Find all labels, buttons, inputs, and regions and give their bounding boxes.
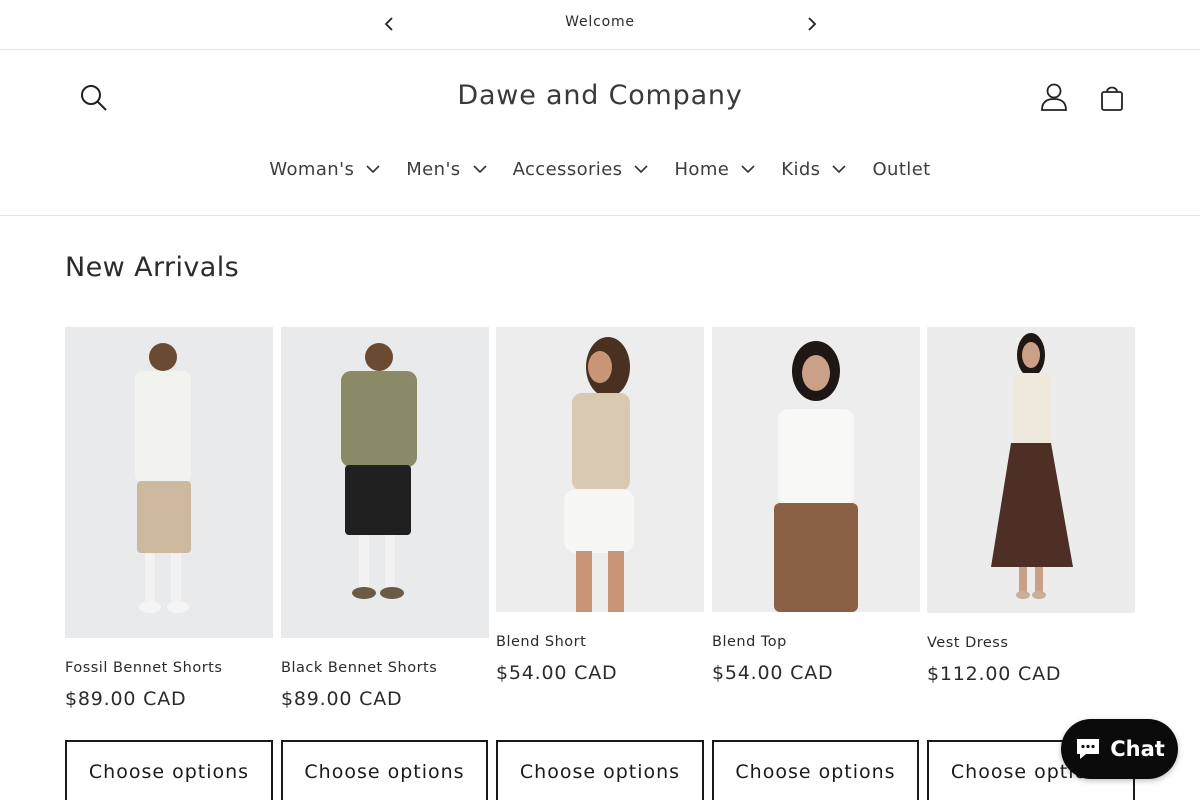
product-image[interactable]: [281, 327, 489, 638]
product-title[interactable]: Black Bennet Shorts: [281, 660, 489, 676]
chat-label: Chat: [1110, 737, 1165, 761]
chevron-down-icon: [473, 165, 487, 173]
product-price: $112.00 CAD: [927, 663, 1062, 685]
chevron-right-icon: [808, 17, 817, 31]
product-title[interactable]: Blend Short: [496, 634, 704, 650]
product-photo: [65, 327, 273, 638]
product-card: Vest Dress $112.00 CAD: [927, 327, 1135, 685]
garment-top: [572, 393, 630, 491]
product-card: Black Bennet Shorts $89.00 CAD: [281, 327, 489, 710]
garment-bottom: [345, 465, 411, 535]
product-photo: [927, 327, 1135, 613]
product-image[interactable]: [65, 327, 273, 638]
shoe: [1016, 591, 1030, 599]
main-nav: Woman's Men's Accessories Home Kids Outl…: [0, 154, 1200, 184]
nav-item-label: Men's: [406, 158, 461, 180]
product-title[interactable]: Fossil Bennet Shorts: [65, 660, 273, 676]
product-image[interactable]: [927, 327, 1135, 613]
announcement-bar: Welcome: [0, 0, 1200, 50]
product-photo: [281, 327, 489, 638]
choose-options-button[interactable]: Choose options: [712, 740, 919, 800]
product-price: $89.00 CAD: [281, 688, 403, 710]
chevron-down-icon: [741, 165, 755, 173]
garment-top: [1013, 373, 1051, 445]
product-price: $54.00 CAD: [496, 662, 618, 684]
chat-bubble-icon: [1077, 739, 1100, 759]
nav-item-label: Outlet: [872, 158, 931, 180]
nav-item-label: Accessories: [512, 158, 623, 180]
choose-options-button[interactable]: Choose options: [496, 740, 704, 800]
chevron-down-icon: [366, 165, 380, 173]
brand-logo[interactable]: Dawe and Company: [0, 80, 1200, 111]
product-photo: [496, 327, 704, 612]
chevron-down-icon: [634, 165, 649, 173]
nav-item-womans[interactable]: Woman's: [256, 154, 393, 184]
garment-bottom: [137, 481, 191, 553]
nav-item-label: Woman's: [269, 158, 355, 180]
garment-top: [778, 409, 854, 505]
garment-top: [341, 371, 417, 467]
nav-item-label: Home: [674, 158, 730, 180]
chevron-down-icon: [832, 165, 847, 173]
garment-bottom: [774, 503, 858, 612]
product-card: Blend Short $54.00 CAD: [496, 327, 704, 684]
product-card: Blend Top $54.00 CAD: [712, 327, 920, 684]
product-image[interactable]: [712, 327, 920, 612]
announcement-next-button[interactable]: [801, 13, 823, 35]
garment-bottom: [564, 489, 634, 553]
section-title: New Arrivals: [65, 252, 240, 283]
announcement-message[interactable]: Welcome: [0, 14, 1200, 30]
cart-button[interactable]: [1097, 83, 1127, 113]
shopping-bag-icon: [1101, 86, 1123, 111]
product-title[interactable]: Blend Top: [712, 634, 920, 650]
product-card: Fossil Bennet Shorts $89.00 CAD: [65, 327, 273, 710]
shoe: [1032, 591, 1046, 599]
shoe: [139, 601, 161, 613]
shoe: [352, 587, 376, 599]
product-price: $89.00 CAD: [65, 688, 187, 710]
nav-item-kids[interactable]: Kids: [768, 154, 859, 184]
shoe: [167, 601, 189, 613]
nav-item-label: Kids: [781, 158, 821, 180]
nav-item-outlet[interactable]: Outlet: [859, 154, 943, 184]
choose-options-button[interactable]: Choose options: [281, 740, 488, 800]
choose-options-button[interactable]: Choose options: [65, 740, 273, 800]
nav-item-accessories[interactable]: Accessories: [500, 154, 662, 184]
shoe: [380, 587, 404, 599]
nav-item-mens[interactable]: Men's: [393, 154, 499, 184]
site-header: Dawe and Company Woman's Men's Accessori…: [0, 50, 1200, 216]
product-title[interactable]: Vest Dress: [927, 635, 1135, 651]
chat-button[interactable]: Chat: [1061, 719, 1178, 779]
user-icon: [1041, 83, 1067, 111]
product-price: $54.00 CAD: [712, 662, 834, 684]
product-image[interactable]: [496, 327, 704, 612]
nav-item-home[interactable]: Home: [661, 154, 768, 184]
product-photo: [712, 327, 920, 612]
account-button[interactable]: [1038, 81, 1070, 113]
garment-top: [135, 371, 191, 483]
